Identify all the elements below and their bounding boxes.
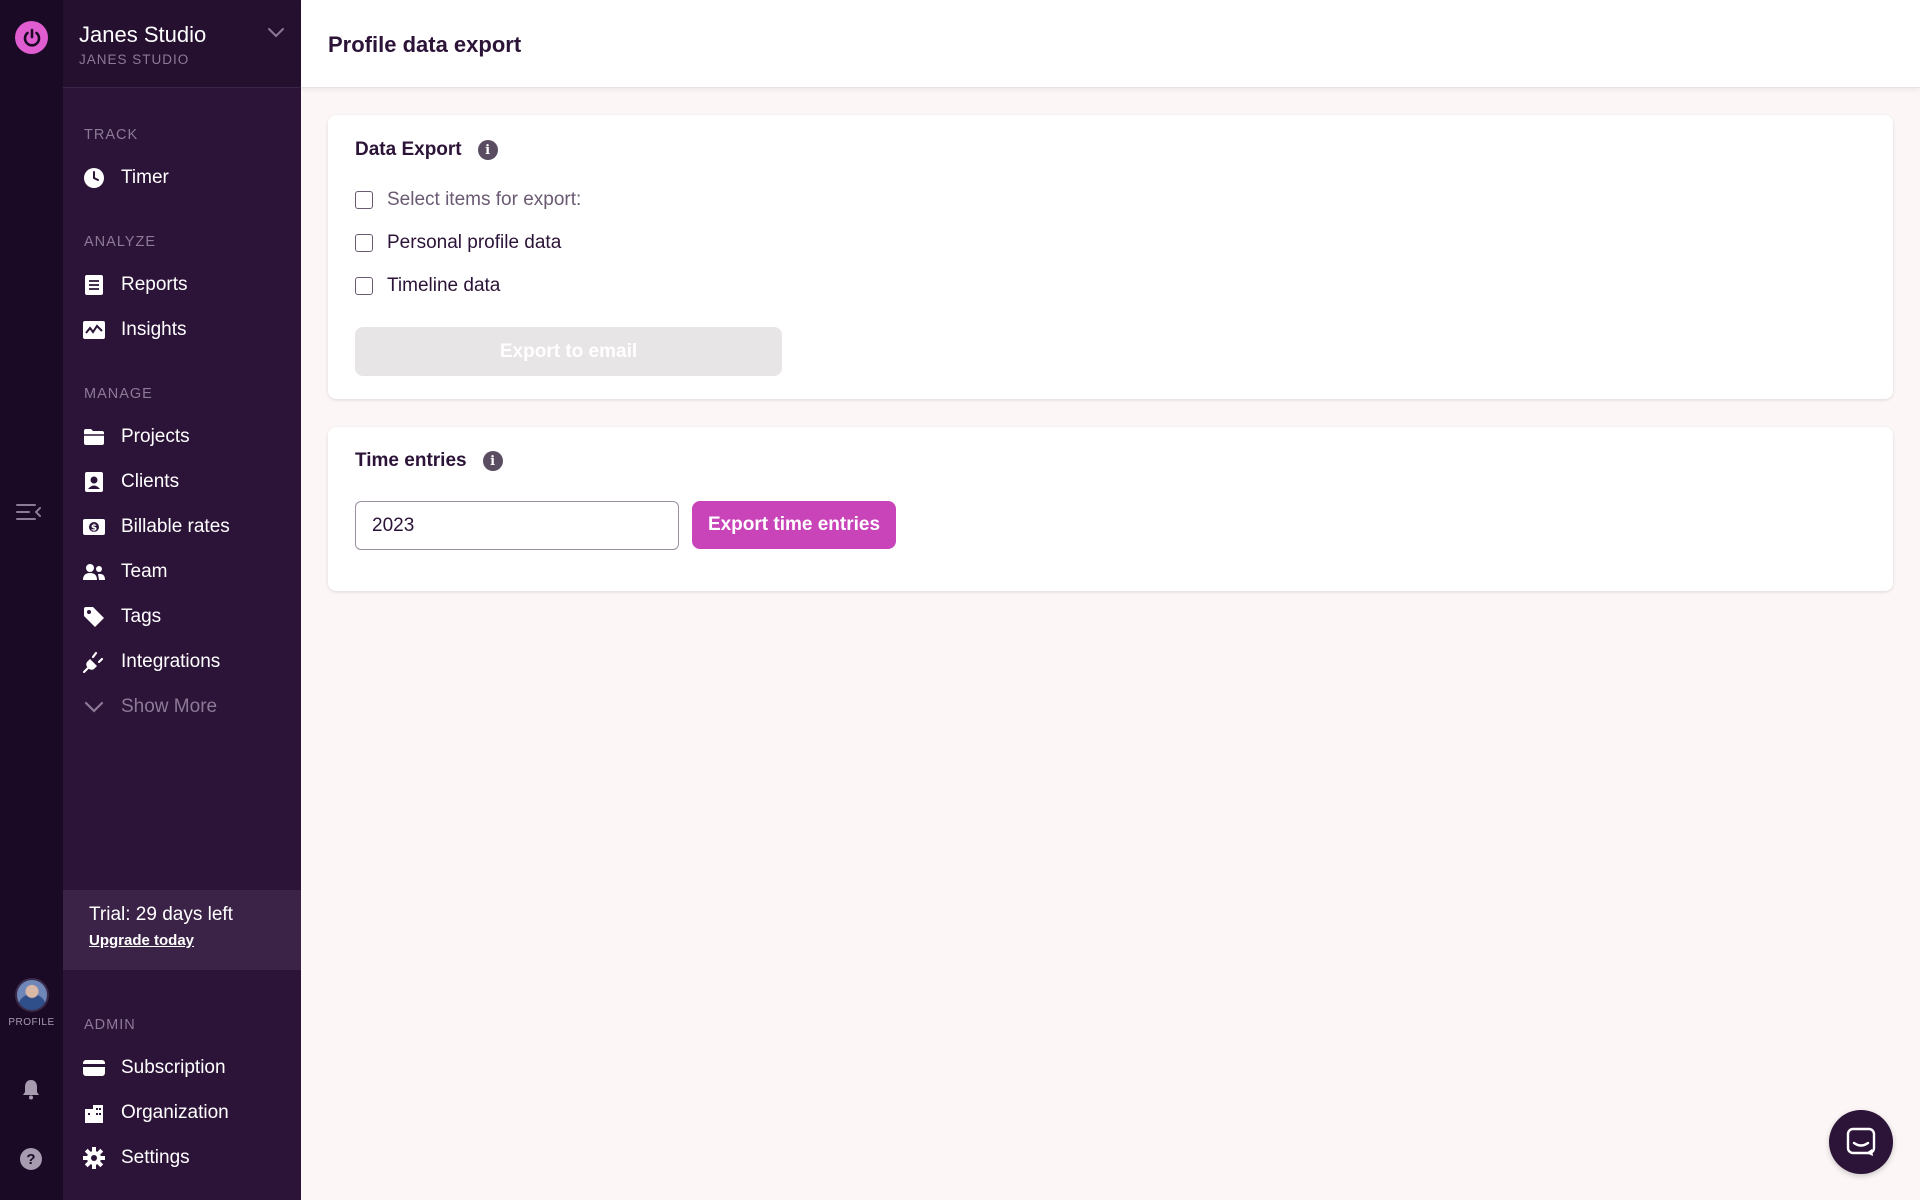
sidebar-item-label: Organization — [121, 1102, 229, 1123]
checkbox-label: Timeline data — [387, 275, 501, 296]
sidebar-show-more[interactable]: Show More — [83, 692, 293, 722]
building-icon — [83, 1102, 105, 1124]
info-icon[interactable]: i — [482, 451, 503, 471]
clock-icon — [83, 167, 105, 189]
svg-text:$: $ — [91, 524, 97, 534]
sidebar-item-insights[interactable]: Insights — [83, 315, 293, 345]
workspace-switcher[interactable]: Janes Studio JANES STUDIO — [63, 0, 301, 88]
sidebar-item-label: Reports — [121, 274, 188, 295]
trial-banner: Trial: 29 days left Upgrade today — [63, 890, 301, 970]
sidebar-item-label: Tags — [121, 606, 162, 627]
app-rail: PROFILE ? — [0, 0, 63, 1200]
sidebar-item-settings[interactable]: Settings — [83, 1143, 293, 1173]
contact-card-icon — [83, 471, 105, 493]
page-title: Profile data export — [328, 32, 522, 57]
chat-launcher-button[interactable] — [1829, 1110, 1893, 1174]
checkbox[interactable] — [355, 234, 373, 252]
sidebar-item-label: Billable rates — [121, 516, 230, 537]
money-icon: $ — [83, 516, 105, 538]
chat-icon — [1846, 1127, 1876, 1156]
sidebar-item-billable-rates[interactable]: $ Billable rates — [83, 512, 293, 542]
trial-text: Trial: 29 days left — [89, 904, 233, 925]
tag-icon — [83, 606, 105, 628]
sidebar-item-label: Timer — [121, 167, 169, 188]
checkbox[interactable] — [355, 191, 373, 209]
sidebar-item-label: Show More — [121, 696, 218, 717]
help-icon[interactable]: ? — [20, 1148, 42, 1170]
plug-icon — [83, 651, 105, 673]
export-to-email-button[interactable]: Export to email — [355, 327, 782, 376]
page-header: Profile data export — [301, 0, 1920, 88]
credit-card-icon — [83, 1057, 105, 1079]
team-icon — [83, 561, 105, 583]
checkbox-label: Personal profile data — [387, 232, 562, 253]
checkbox-label: Select items for export: — [387, 189, 582, 210]
time-entries-card: Time entries i Export time entries — [328, 427, 1893, 591]
chevron-down-icon[interactable] — [267, 26, 285, 38]
folder-icon — [83, 426, 105, 448]
sidebar-item-label: Subscription — [121, 1057, 226, 1078]
sidebar-item-label: Settings — [121, 1147, 190, 1168]
checkbox[interactable] — [355, 277, 373, 295]
card-title-text: Data Export — [355, 139, 462, 160]
sidebar-item-clients[interactable]: Clients — [83, 467, 293, 497]
sidebar-item-label: Projects — [121, 426, 190, 447]
insights-icon — [83, 319, 105, 341]
data-export-title: Data Export i — [355, 139, 498, 161]
sidebar-item-tags[interactable]: Tags — [83, 602, 293, 632]
sidebar-item-team[interactable]: Team — [83, 557, 293, 587]
sidebar: Janes Studio JANES STUDIO TRACK Timer AN… — [63, 0, 301, 1200]
sidebar-item-label: Clients — [121, 471, 180, 492]
collapse-sidebar-icon[interactable] — [15, 500, 43, 524]
section-label-admin: ADMIN — [84, 1017, 136, 1033]
sidebar-item-projects[interactable]: Projects — [83, 422, 293, 452]
section-label-track: TRACK — [84, 127, 139, 143]
timeline-data-checkbox[interactable]: Timeline data — [355, 275, 500, 297]
profile-button[interactable]: PROFILE — [0, 978, 63, 1028]
profile-label: PROFILE — [8, 1017, 55, 1028]
sidebar-item-label: Insights — [121, 319, 187, 340]
section-label-analyze: ANALYZE — [84, 234, 157, 250]
avatar — [14, 978, 49, 1012]
sidebar-item-organization[interactable]: Organization — [83, 1098, 293, 1128]
sidebar-item-integrations[interactable]: Integrations — [83, 647, 293, 677]
sidebar-item-subscription[interactable]: Subscription — [83, 1053, 293, 1083]
gear-icon — [83, 1147, 105, 1169]
power-icon[interactable] — [15, 21, 48, 54]
workspace-subtitle: JANES STUDIO — [79, 52, 190, 67]
sidebar-item-label: Integrations — [121, 651, 221, 672]
year-input[interactable] — [355, 501, 679, 550]
select-all-checkbox[interactable]: Select items for export: — [355, 189, 581, 211]
info-icon[interactable]: i — [477, 140, 498, 160]
chevron-down-icon — [83, 696, 105, 718]
upgrade-link[interactable]: Upgrade today — [89, 932, 194, 949]
card-title-text: Time entries — [355, 450, 467, 471]
personal-profile-checkbox[interactable]: Personal profile data — [355, 232, 561, 254]
sidebar-item-timer[interactable]: Timer — [83, 163, 293, 193]
document-icon — [83, 274, 105, 296]
export-time-entries-button[interactable]: Export time entries — [692, 501, 896, 549]
sidebar-item-reports[interactable]: Reports — [83, 270, 293, 300]
time-entries-title: Time entries i — [355, 450, 503, 472]
data-export-card: Data Export i Select items for export: P… — [328, 115, 1893, 399]
sidebar-item-label: Team — [121, 561, 168, 582]
section-label-manage: MANAGE — [84, 386, 153, 402]
bell-icon[interactable] — [21, 1078, 41, 1100]
